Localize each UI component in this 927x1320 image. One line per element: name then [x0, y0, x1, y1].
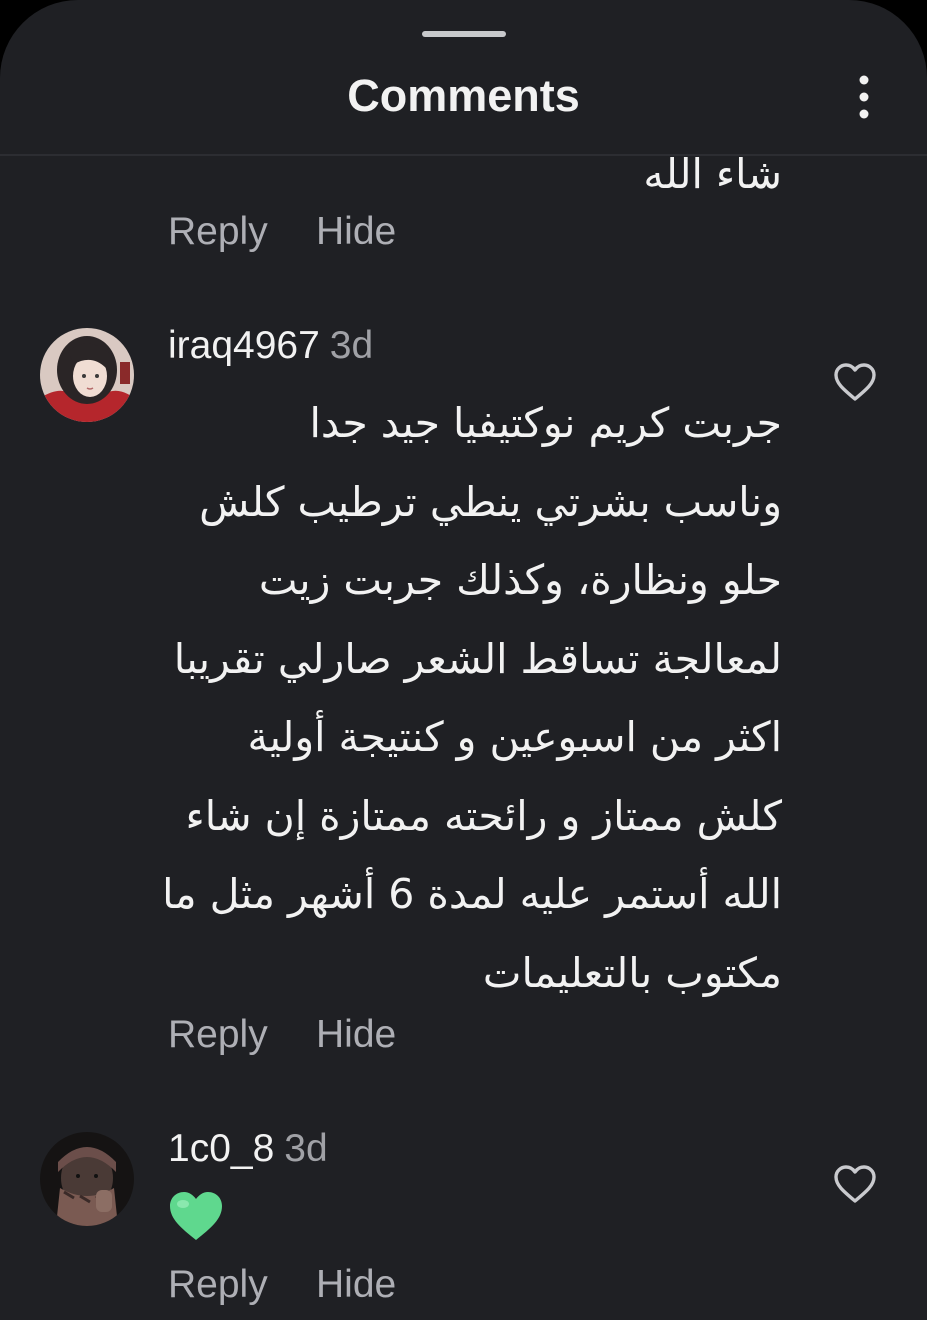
comment-time: 3d [329, 324, 374, 367]
reply-button[interactable]: Reply [168, 1262, 268, 1308]
hide-button[interactable]: Hide [316, 1012, 396, 1058]
more-vertical-icon[interactable] [846, 74, 882, 120]
username-link[interactable]: iraq4967 [168, 324, 320, 367]
hide-button[interactable]: Hide [316, 1262, 396, 1308]
comments-sheet: Comments شاء الله Reply Hide iraq4967 3d… [0, 0, 927, 1320]
avatar[interactable] [40, 1132, 134, 1226]
comment-time: 3d [284, 1127, 328, 1170]
comment-text: جربت كريم نوكتيفيا جيد جدا وناسب بشرتي ي… [162, 399, 782, 997]
comment-header: 1c0_8 3d [168, 1126, 328, 1172]
previous-comment-text: شاء الله [643, 156, 782, 198]
avatar[interactable] [40, 328, 134, 422]
heart-outline-icon[interactable] [833, 362, 877, 402]
page-title: Comments [347, 70, 580, 121]
reply-button[interactable]: Reply [168, 209, 268, 255]
comments-list[interactable]: شاء الله Reply Hide iraq4967 3d جربت كري… [0, 156, 927, 1320]
heart-outline-icon[interactable] [833, 1164, 877, 1204]
comment-header: iraq4967 3d [168, 323, 373, 369]
green-heart-emoji [168, 1190, 224, 1242]
drag-handle[interactable] [422, 31, 506, 37]
reply-button[interactable]: Reply [168, 1012, 268, 1058]
username-link[interactable]: 1c0_8 [168, 1127, 274, 1170]
hide-button[interactable]: Hide [316, 209, 396, 255]
